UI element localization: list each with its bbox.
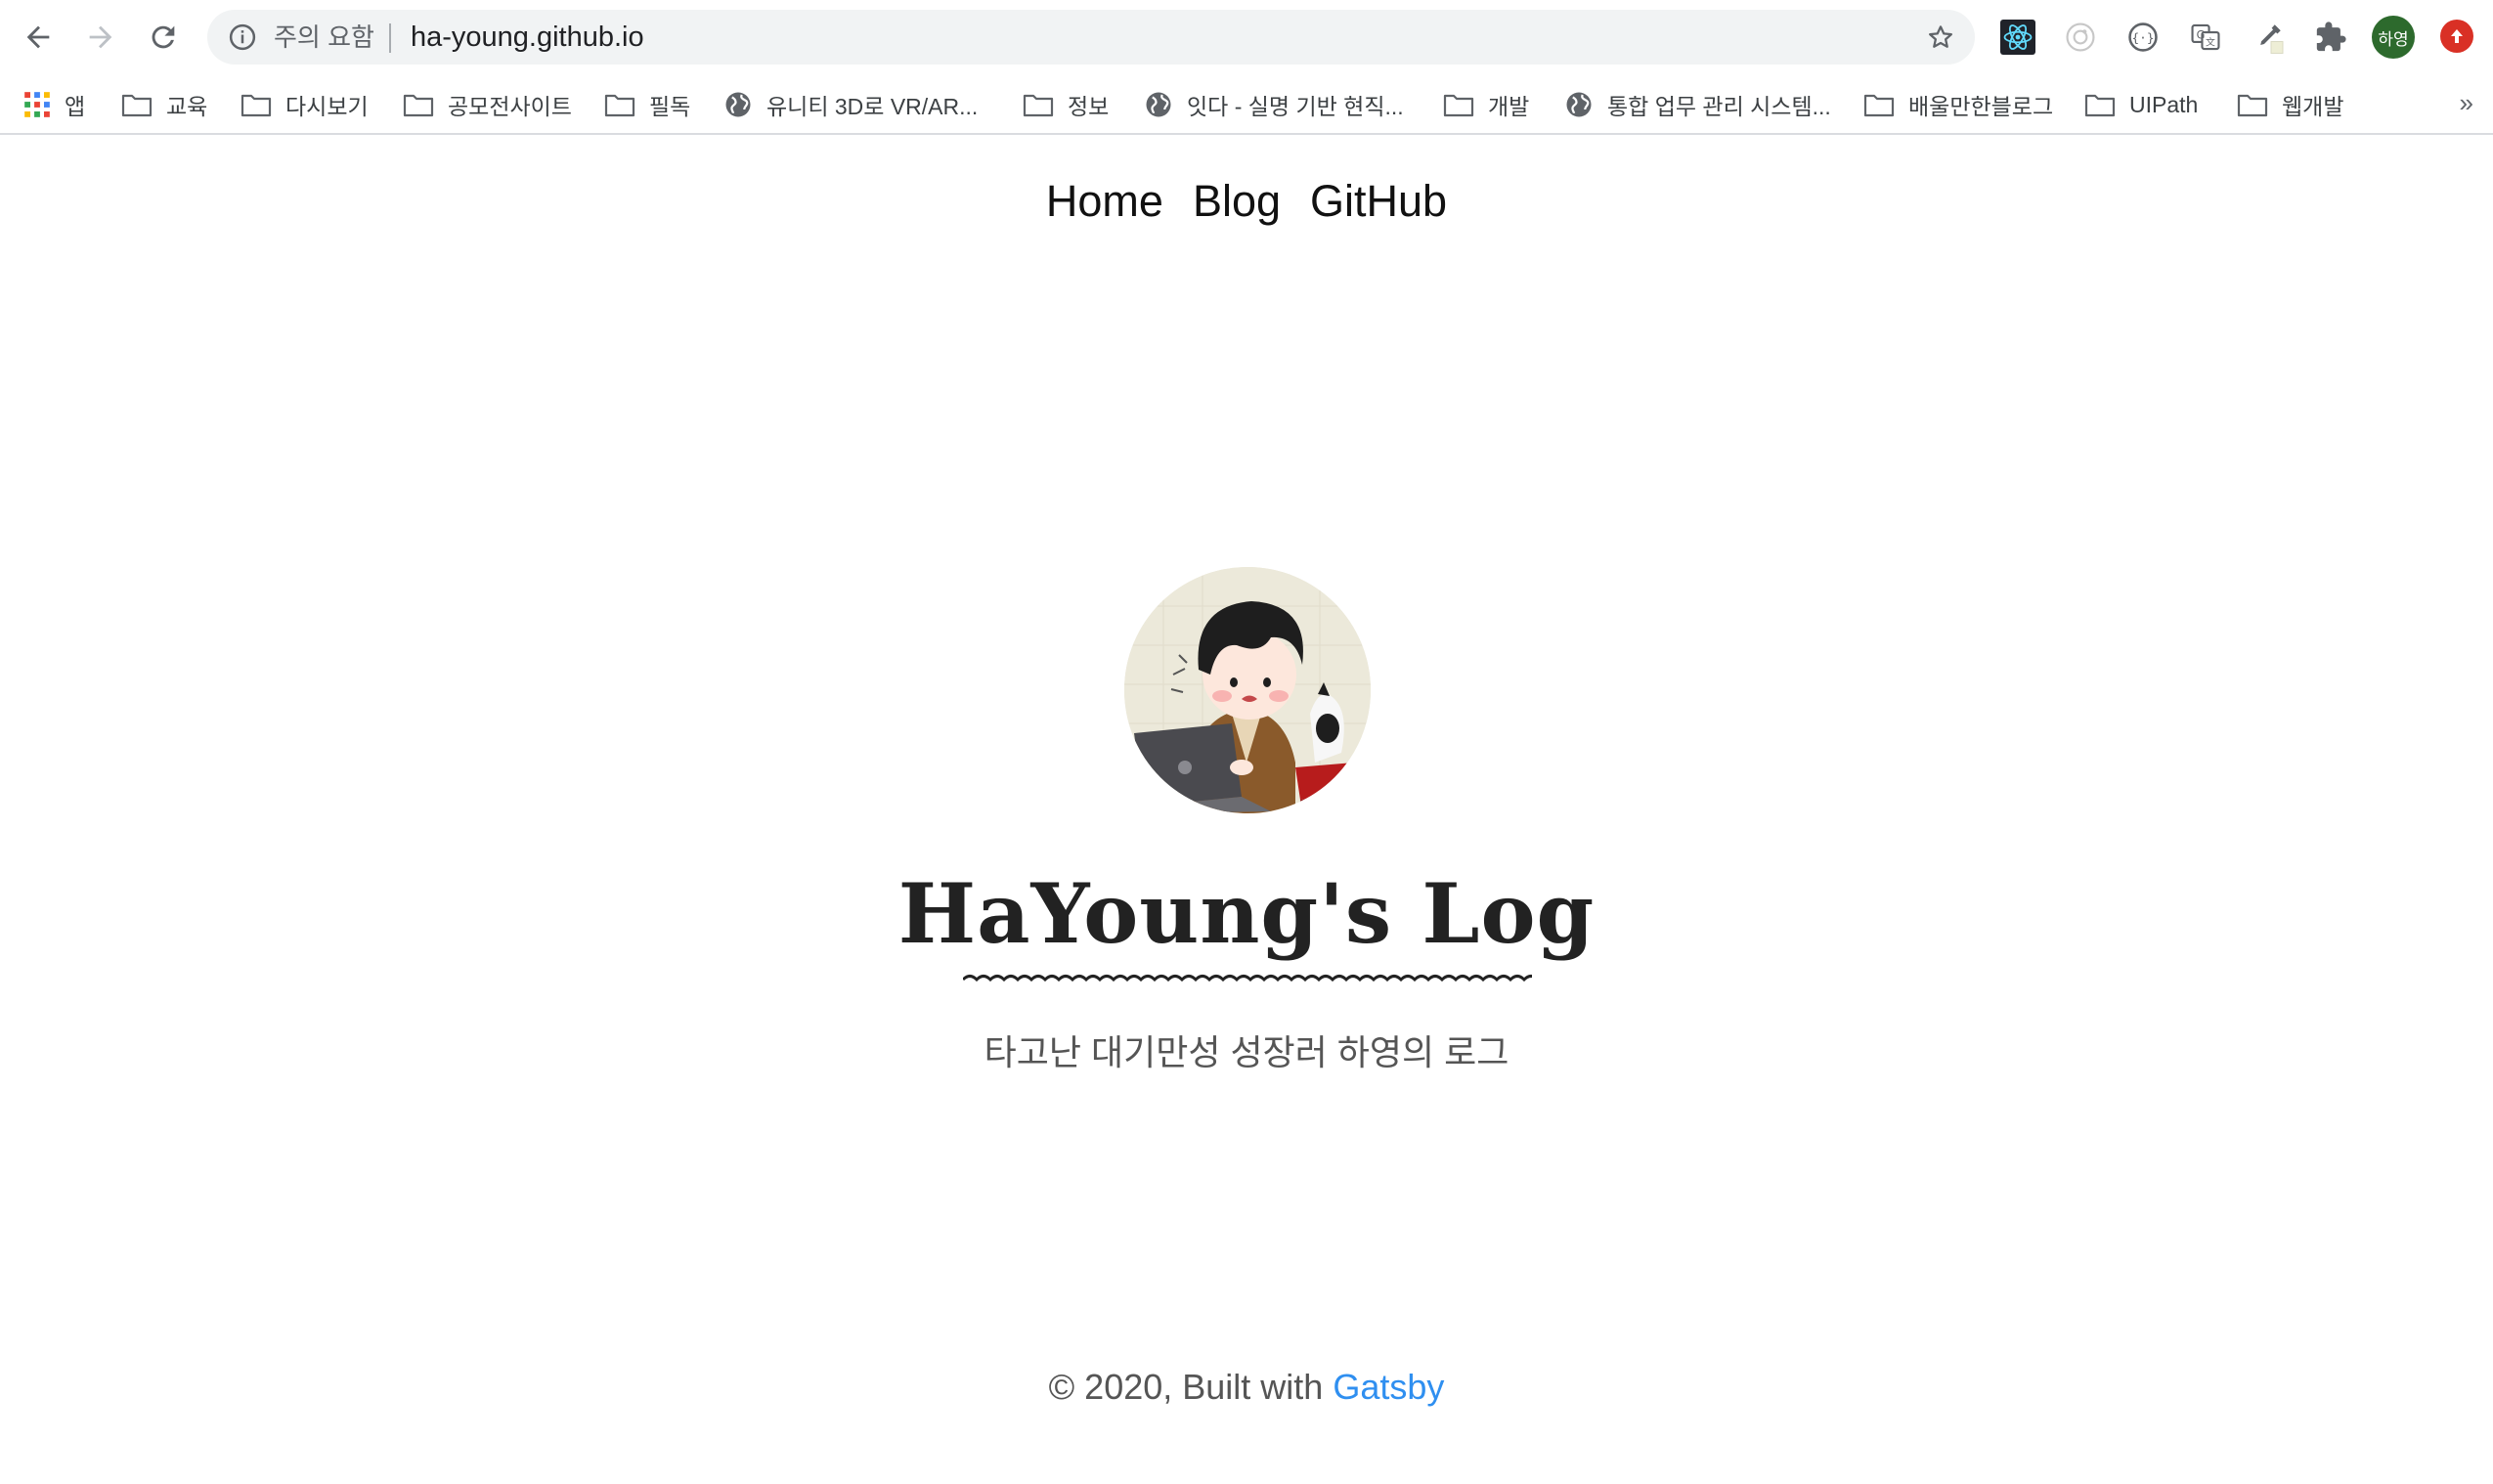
folder-icon bbox=[403, 94, 434, 117]
nav-github-link[interactable]: GitHub bbox=[1310, 176, 1447, 227]
globe-icon bbox=[1566, 92, 1592, 117]
folder-icon bbox=[2084, 94, 2116, 117]
footer-copyright: © 2020, Built with bbox=[1048, 1367, 1334, 1407]
svg-text:文: 文 bbox=[2206, 36, 2215, 49]
bookmark-label: 정보 bbox=[1068, 94, 1110, 119]
bookmark-link[interactable]: 잇다 - 실명 기반 현직... bbox=[1144, 86, 1404, 123]
bookmark-label: 다시보기 bbox=[285, 94, 369, 119]
json-viewer-icon[interactable]: {·} bbox=[2123, 18, 2163, 57]
extensions-puzzle-icon[interactable] bbox=[2311, 18, 2350, 57]
bookmarks-bar: 앱 교육 다시보기 공모전사이트 필독 유니티 3D로 VR/AR... 정보 … bbox=[0, 74, 2493, 135]
folder-icon bbox=[1023, 94, 1054, 117]
bookmark-folder[interactable]: 다시보기 bbox=[241, 86, 369, 123]
profile-avatar[interactable]: 하영 bbox=[2372, 16, 2415, 59]
security-warning-text[interactable]: 주의 요함 bbox=[274, 23, 374, 51]
bookmark-label: 웹개발 bbox=[2282, 94, 2344, 119]
folder-icon bbox=[1443, 94, 1474, 117]
blog-title: HaYoung's Log bbox=[897, 865, 1596, 962]
translate-icon[interactable]: G文 bbox=[2186, 18, 2225, 57]
info-icon[interactable] bbox=[227, 22, 258, 53]
profile-avatar-illustration bbox=[1124, 567, 1371, 813]
omnibox-divider bbox=[389, 23, 391, 53]
bookmark-label: 필독 bbox=[649, 94, 691, 119]
reload-button[interactable] bbox=[139, 13, 188, 62]
bookmark-link[interactable]: 유니티 3D로 VR/AR... bbox=[723, 86, 978, 123]
browser-toolbar: 주의 요함 ha-young.github.io {·} G文 하영 bbox=[0, 0, 2493, 74]
nav-blog-link[interactable]: Blog bbox=[1193, 176, 1281, 227]
url-text[interactable]: ha-young.github.io bbox=[411, 22, 644, 52]
bookmark-label: 공모전사이트 bbox=[448, 94, 572, 119]
folder-icon bbox=[241, 94, 272, 117]
reload-icon bbox=[152, 25, 175, 49]
nav-home-link[interactable]: Home bbox=[1046, 176, 1163, 227]
svg-text:{·}: {·} bbox=[2131, 31, 2154, 46]
svg-text:G: G bbox=[2197, 27, 2206, 41]
bookmark-apps[interactable]: 앱 bbox=[23, 86, 85, 123]
globe-icon bbox=[725, 92, 751, 117]
bookmark-folder[interactable]: 개발 bbox=[1443, 86, 1529, 123]
extension-circle-icon[interactable] bbox=[2061, 18, 2100, 57]
globe-icon bbox=[1146, 92, 1171, 117]
address-bar[interactable]: 주의 요함 ha-young.github.io bbox=[207, 10, 1975, 65]
folder-icon bbox=[604, 94, 635, 117]
forward-button[interactable] bbox=[76, 13, 125, 62]
bookmark-folder[interactable]: 교육 bbox=[121, 86, 207, 123]
bookmark-folder[interactable]: 웹개발 bbox=[2237, 86, 2343, 123]
folder-icon bbox=[1863, 94, 1895, 117]
bookmarks-overflow-button[interactable]: » bbox=[2460, 88, 2473, 118]
bookmark-folder[interactable]: 필독 bbox=[604, 86, 690, 123]
bookmark-label: 유니티 3D로 VR/AR... bbox=[766, 94, 979, 119]
page-content: Home Blog GitHub HaYoung's Log 타고난 대기만성 … bbox=[0, 137, 2493, 1484]
bookmark-label: 배울만한블로그 bbox=[1908, 94, 2054, 119]
bookmark-label: 교육 bbox=[166, 94, 208, 119]
apps-icon bbox=[24, 92, 50, 117]
bookmark-label: 잇다 - 실명 기반 현직... bbox=[1187, 94, 1404, 119]
bookmark-folder[interactable]: 정보 bbox=[1023, 86, 1109, 123]
bookmark-folder[interactable]: 공모전사이트 bbox=[403, 86, 572, 123]
site-nav: Home Blog GitHub bbox=[0, 176, 2493, 227]
folder-icon bbox=[2237, 94, 2268, 117]
react-devtools-icon[interactable] bbox=[1998, 18, 2037, 57]
bookmark-label: UIPath bbox=[2129, 91, 2199, 117]
gatsby-link[interactable]: Gatsby bbox=[1333, 1367, 1444, 1407]
bookmark-folder[interactable]: UIPath bbox=[2084, 86, 2198, 123]
bookmark-label: 앱 bbox=[65, 94, 86, 119]
bookmark-label: 개발 bbox=[1488, 94, 1530, 119]
folder-icon bbox=[121, 94, 153, 117]
footer: © 2020, Built with Gatsby bbox=[0, 1367, 2493, 1408]
arrow-right-icon bbox=[89, 25, 112, 49]
title-wavy-underline bbox=[963, 975, 1532, 982]
eyedropper-icon[interactable] bbox=[2249, 18, 2288, 57]
blog-subtitle: 타고난 대기만성 성장러 하영의 로그 bbox=[984, 1032, 1509, 1072]
update-icon[interactable] bbox=[2440, 20, 2473, 53]
bookmark-link[interactable]: 통합 업무 관리 시스템... bbox=[1564, 86, 1831, 123]
bookmark-label: 통합 업무 관리 시스템... bbox=[1607, 94, 1831, 119]
bookmark-folder[interactable]: 배울만한블로그 bbox=[1863, 86, 2053, 123]
arrow-left-icon bbox=[26, 25, 50, 49]
back-button[interactable] bbox=[14, 13, 63, 62]
bookmark-star-icon[interactable] bbox=[1924, 21, 1957, 54]
